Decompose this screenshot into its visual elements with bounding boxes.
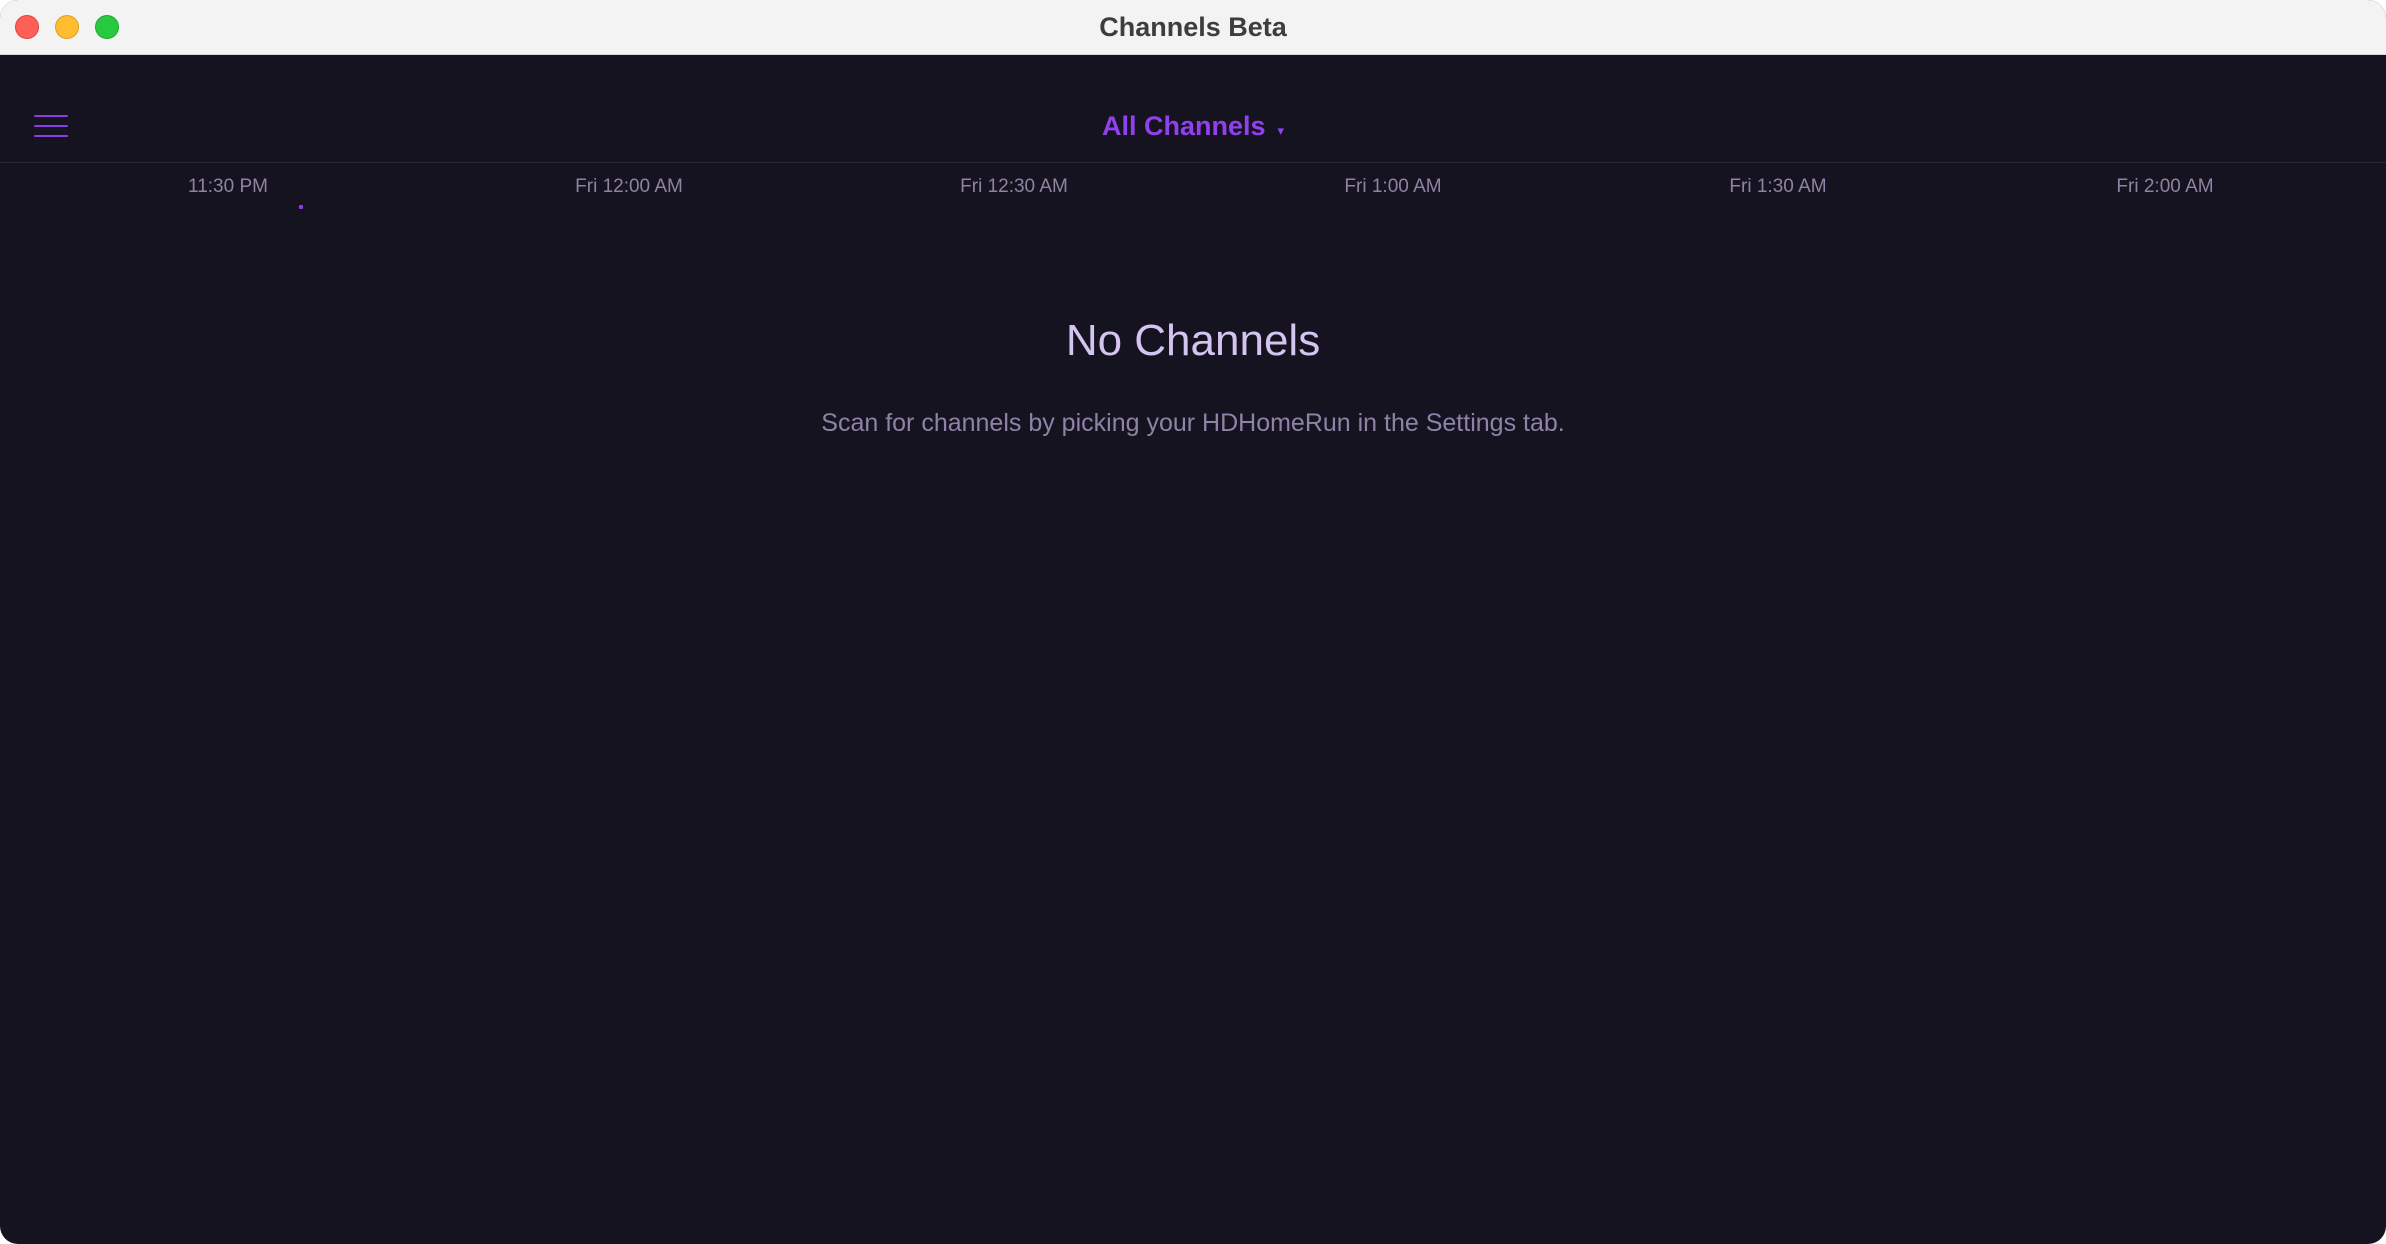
time-slot-label: Fri 2:00 AM (2116, 176, 2214, 197)
caret-down-icon: ▾ (1277, 122, 1285, 138)
time-slot-label: Fri 12:00 AM (575, 176, 683, 197)
window-title: Channels Beta (1099, 12, 1287, 42)
hamburger-menu-icon[interactable] (34, 115, 68, 137)
current-time-marker (299, 205, 303, 209)
channel-group-dropdown[interactable]: All Channels ▾ (1000, 106, 1386, 146)
time-slot-label: Fri 1:00 AM (1344, 176, 1442, 197)
time-slot-label: Fri 1:30 AM (1729, 176, 1827, 197)
guide-time-axis: 11:30 PM Fri 12:00 AM Fri 12:30 AM Fri 1… (0, 164, 2386, 214)
app-header: All Channels ▾ (0, 56, 2386, 163)
empty-state-title: No Channels (1065, 316, 1321, 365)
channel-group-label: All Channels (1101, 111, 1266, 141)
empty-state-message: Scan for channels by picking your HDHome… (821, 409, 1565, 437)
time-slot-label: 11:30 PM (188, 176, 268, 197)
time-slot-label: Fri 12:30 AM (960, 176, 1068, 197)
app-window: Channels Beta All Channels ▾ 11:30 PM Fri… (0, 0, 2386, 1244)
title-bar[interactable]: Channels Beta (0, 0, 2386, 55)
